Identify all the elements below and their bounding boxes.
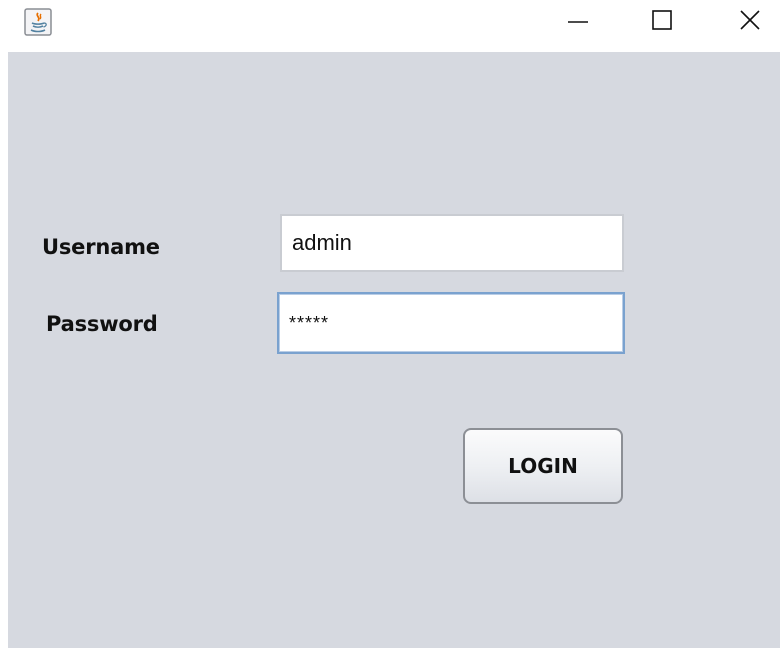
maximize-button[interactable] bbox=[632, 0, 692, 44]
minimize-icon bbox=[566, 8, 590, 36]
close-icon bbox=[738, 8, 762, 36]
close-button[interactable] bbox=[720, 0, 780, 44]
maximize-icon bbox=[650, 8, 674, 36]
login-button[interactable]: LOGIN bbox=[463, 428, 623, 504]
title-bar bbox=[0, 0, 780, 52]
password-field[interactable]: ***** bbox=[277, 292, 625, 354]
java-icon[interactable] bbox=[24, 8, 52, 36]
form-panel: Username admin Password ***** LOGIN bbox=[8, 52, 780, 648]
login-window: Username admin Password ***** LOGIN bbox=[0, 0, 780, 648]
minimize-button[interactable] bbox=[548, 0, 608, 44]
username-field[interactable]: admin bbox=[280, 214, 624, 272]
username-label: Username bbox=[42, 235, 160, 259]
password-label: Password bbox=[46, 312, 158, 336]
